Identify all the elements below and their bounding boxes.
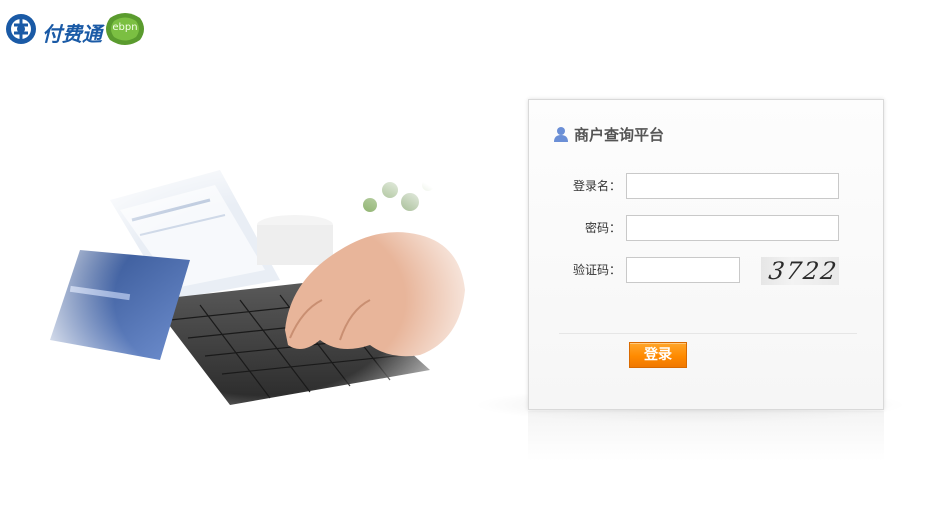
- login-button[interactable]: 登录: [629, 342, 687, 368]
- panel-title: 商户查询平台: [553, 124, 664, 144]
- partner-logo: ebpn: [104, 12, 146, 46]
- partner-logo-text: ebpn: [112, 22, 138, 33]
- captcha-label: 验证码：: [572, 263, 621, 277]
- captcha-image-text: 3722: [767, 257, 839, 285]
- header: 付费通 ebpn: [0, 0, 925, 60]
- login-panel: 商户查询平台 登录名： 密码： 验证码： 3722 登录: [528, 99, 884, 410]
- brand-name: 付费通: [42, 22, 102, 46]
- captcha-input[interactable]: [626, 257, 740, 283]
- panel-reflection: [528, 411, 884, 461]
- user-icon: [554, 127, 568, 142]
- brand-logo-icon: [6, 14, 36, 44]
- panel-title-text: 商户查询平台: [574, 125, 665, 144]
- captcha-image[interactable]: 3722: [761, 257, 839, 285]
- password-label: 密码：: [584, 221, 621, 235]
- divider: [559, 333, 857, 334]
- hero-illustration: [40, 140, 480, 430]
- username-input[interactable]: [626, 173, 839, 199]
- password-input[interactable]: [626, 215, 839, 241]
- username-label: 登录名：: [572, 179, 621, 193]
